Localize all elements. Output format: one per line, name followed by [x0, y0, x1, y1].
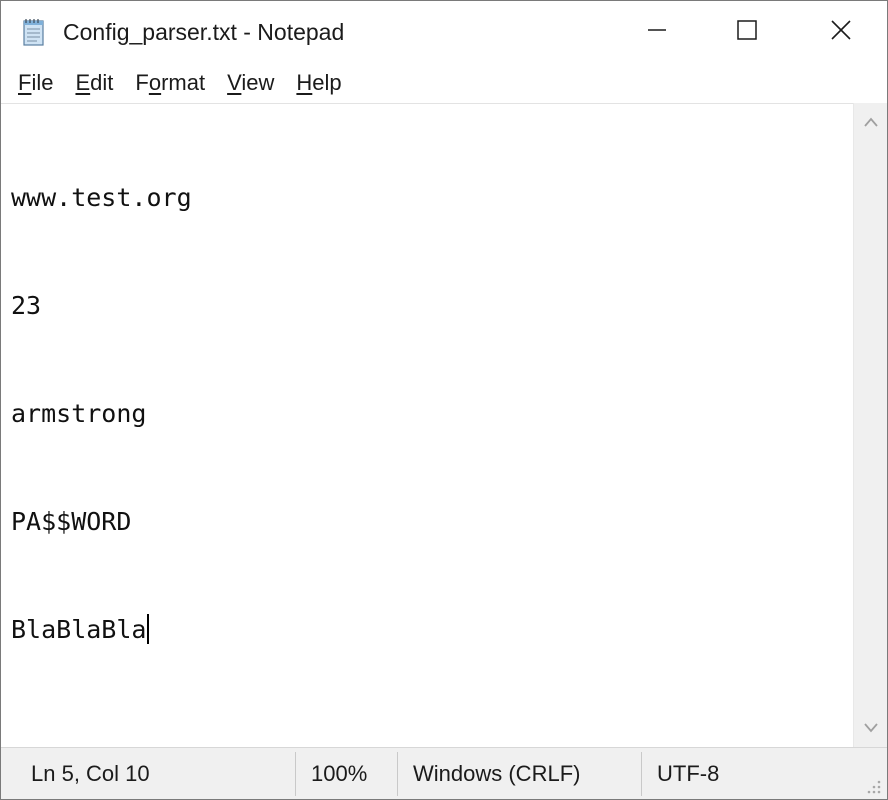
window-title: Config_parser.txt - Notepad [63, 19, 345, 45]
notepad-window: Config_parser.txt - Notepad File Edit Fo… [0, 0, 888, 800]
vertical-scrollbar[interactable] [853, 103, 887, 747]
menu-view[interactable]: View [218, 63, 283, 103]
menu-file[interactable]: File [9, 63, 62, 103]
text-line[interactable]: PA$$WORD [11, 504, 853, 540]
status-position: Ln 5, Col 10 [31, 761, 150, 786]
status-divider [397, 752, 398, 796]
chevron-up-icon [863, 115, 879, 133]
text-line-content[interactable]: BlaBlaBla [11, 615, 146, 644]
close-icon [830, 19, 852, 46]
close-button[interactable] [793, 1, 887, 63]
status-divider [295, 752, 296, 796]
menu-format[interactable]: Format [126, 63, 214, 103]
scroll-up-button[interactable] [854, 107, 887, 141]
minimize-icon [646, 19, 668, 46]
title-bar[interactable]: Config_parser.txt - Notepad [1, 1, 887, 63]
scroll-down-button[interactable] [854, 713, 887, 747]
editor-content[interactable]: www.test.org 23 armstrong PA$$WORD BlaBl… [11, 108, 853, 720]
status-divider [641, 752, 642, 796]
text-line[interactable]: armstrong [11, 396, 853, 432]
text-line-current[interactable]: BlaBlaBla [11, 612, 853, 648]
status-bar: Ln 5, Col 10 100% Windows (CRLF) UTF-8 [1, 747, 887, 799]
maximize-button[interactable] [699, 1, 795, 63]
maximize-icon [736, 19, 758, 46]
status-zoom: 100% [311, 761, 368, 786]
menu-bar: File Edit Format View Help [1, 63, 887, 103]
minimize-button[interactable] [609, 1, 705, 63]
resize-grip-icon[interactable] [863, 776, 883, 796]
text-line[interactable]: 23 [11, 288, 853, 324]
text-editor[interactable]: www.test.org 23 armstrong PA$$WORD BlaBl… [1, 103, 853, 748]
menu-help[interactable]: Help [287, 63, 350, 103]
text-caret [147, 614, 150, 644]
text-line[interactable]: www.test.org [11, 180, 853, 216]
menu-edit[interactable]: Edit [66, 63, 122, 103]
notepad-icon[interactable] [19, 17, 49, 47]
status-encoding: UTF-8 [657, 761, 720, 786]
chevron-down-icon [863, 721, 879, 739]
status-line-ending: Windows (CRLF) [413, 761, 581, 786]
